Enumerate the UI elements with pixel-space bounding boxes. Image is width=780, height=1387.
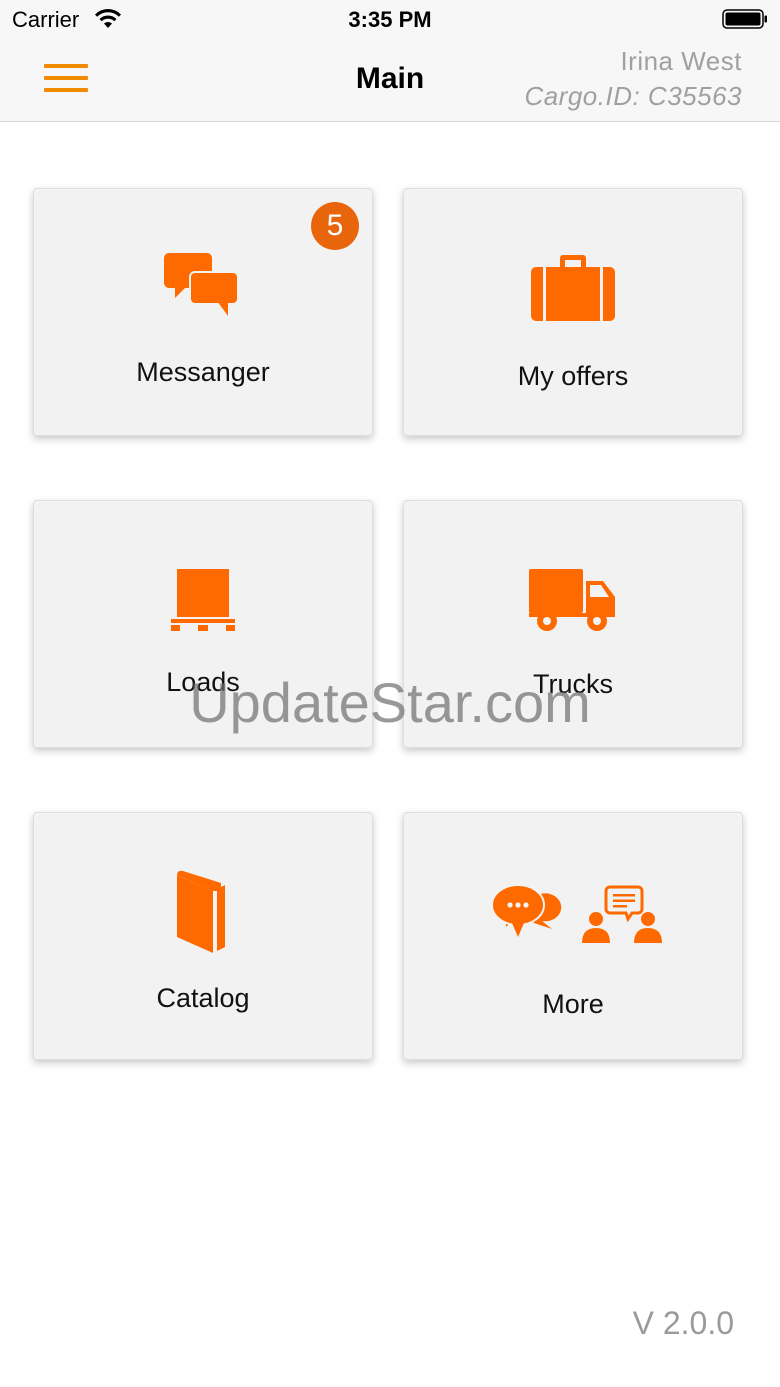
tile-label: Messanger: [136, 357, 270, 387]
user-name: Irina West: [620, 46, 742, 76]
tile-messanger[interactable]: 5 Messanger: [33, 188, 373, 436]
tile-label: My offers: [517, 361, 629, 391]
tile-more[interactable]: More: [403, 812, 743, 1060]
pallet-box-icon: [171, 569, 235, 631]
navigation-bar: Main Irina West Cargo.ID: C35563: [0, 40, 780, 122]
tile-label: More: [542, 989, 604, 1019]
status-time: 3:35 PM: [348, 7, 432, 32]
tile-label: Trucks: [533, 669, 613, 699]
tile-loads[interactable]: Loads: [33, 500, 373, 748]
app-version: V 2.0.0: [632, 1305, 734, 1341]
unread-badge: 5: [311, 202, 359, 250]
briefcase-icon: [531, 255, 615, 321]
tile-label: Loads: [166, 667, 240, 697]
status-bar: Carrier 3:35 PM: [0, 0, 780, 40]
truck-icon: [529, 569, 615, 631]
tile-catalog[interactable]: Catalog: [33, 812, 373, 1060]
book-icon: [177, 870, 225, 953]
chat-bubbles-icon: [164, 253, 239, 323]
tile-trucks[interactable]: Trucks: [403, 500, 743, 748]
cargo-id: Cargo.ID: C35563: [524, 81, 742, 111]
tile-label: Catalog: [156, 983, 250, 1013]
tile-my-offers[interactable]: My offers: [403, 188, 743, 436]
battery-icon: [722, 9, 767, 29]
people-chat-icon: [491, 884, 662, 943]
